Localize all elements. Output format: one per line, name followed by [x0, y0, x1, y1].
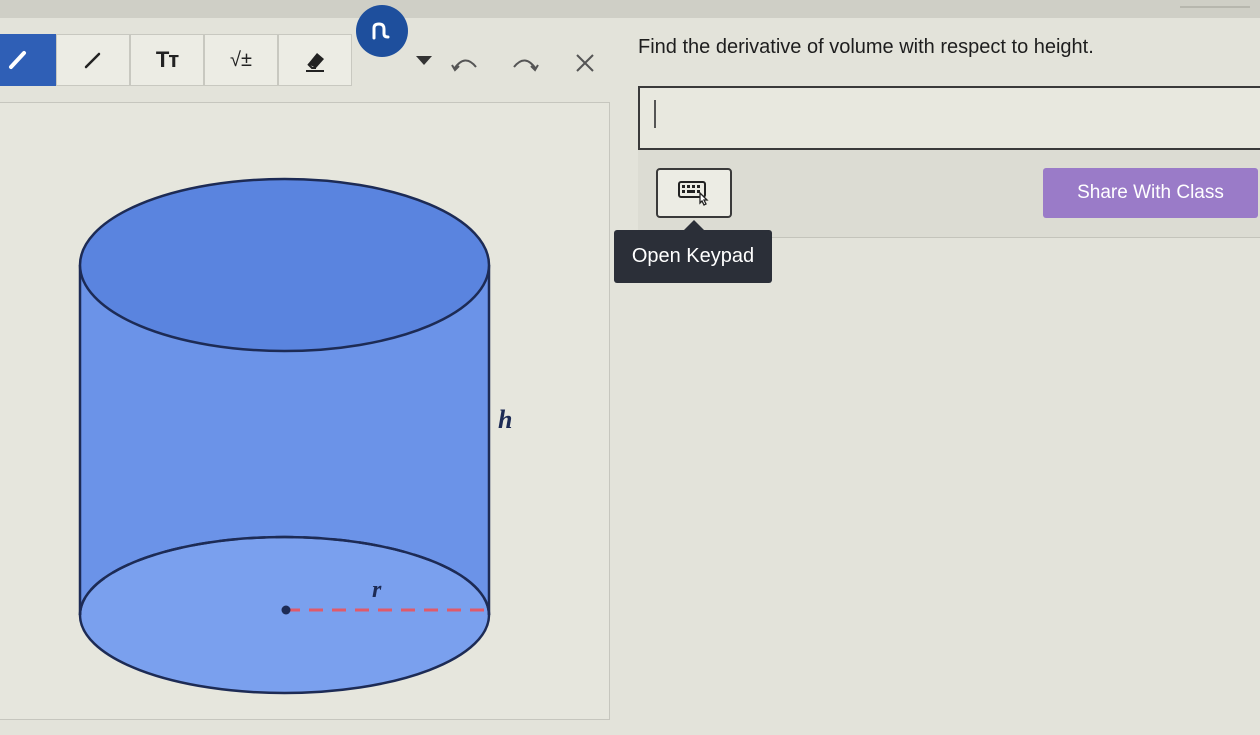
pen-tool-button[interactable]	[0, 34, 56, 86]
keypad-tooltip: Open Keypad	[614, 230, 772, 283]
cylinder-top-face	[78, 177, 491, 353]
share-with-class-button[interactable]: Share With Class	[1043, 168, 1258, 218]
top-strip	[0, 0, 1260, 18]
color-picker-button[interactable]	[356, 5, 408, 57]
eraser-icon	[306, 53, 324, 72]
color-dropdown-chevron-icon[interactable]	[416, 56, 432, 65]
math-icon: √±	[230, 48, 252, 71]
open-keypad-button[interactable]	[656, 168, 732, 218]
clear-button[interactable]	[568, 48, 602, 78]
undo-icon	[451, 59, 477, 72]
radius-label: r	[372, 577, 382, 603]
question-prompt: Find the derivative of volume with respe…	[638, 36, 1094, 58]
text-cursor	[654, 100, 656, 128]
close-icon	[576, 54, 594, 72]
keyboard-icon	[678, 181, 709, 206]
cylinder-figure: r h	[78, 177, 512, 695]
answer-input[interactable]	[638, 86, 1260, 150]
math-tool-button[interactable]: √±	[204, 34, 278, 86]
line-icon	[84, 52, 101, 69]
height-label: h	[498, 405, 512, 434]
redo-icon	[513, 59, 539, 72]
eraser-tool-button[interactable]	[278, 34, 352, 86]
drawing-canvas[interactable]: r h	[0, 102, 610, 720]
text-icon: Tт	[155, 47, 179, 72]
center-point	[281, 605, 291, 615]
text-tool-button[interactable]: Tт	[130, 34, 204, 86]
redo-button[interactable]	[508, 48, 542, 78]
line-tool-button[interactable]	[56, 34, 130, 86]
pen-icon	[9, 51, 26, 69]
tooltip-arrow	[684, 220, 704, 230]
undo-button[interactable]	[448, 48, 482, 78]
squiggle-icon	[372, 22, 390, 40]
top-edge-line	[1180, 2, 1250, 8]
